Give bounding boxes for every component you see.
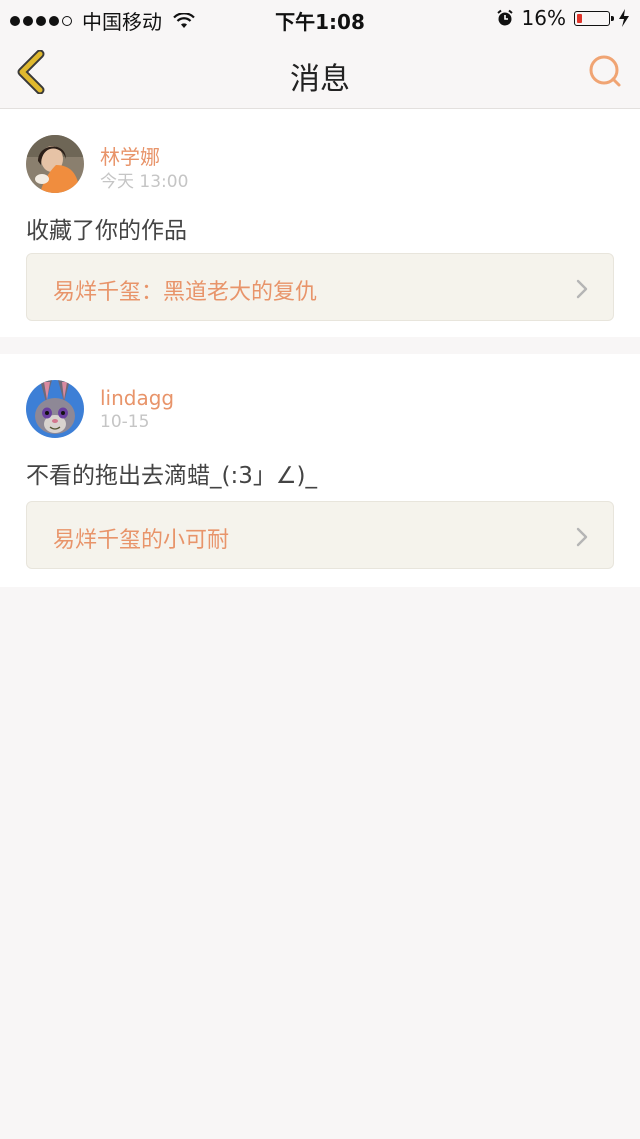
charging-bolt-icon xyxy=(619,9,629,27)
avatar[interactable] xyxy=(26,380,84,438)
avatar-image xyxy=(26,380,84,438)
status-bar: 中国移动 下午1:08 16% xyxy=(0,0,640,36)
alarm-icon xyxy=(496,9,513,26)
message-card: 林学娜 今天 13:00 收藏了你的作品 易烊千玺：黑道老大的复仇 xyxy=(0,109,640,337)
message-text: 收藏了你的作品 xyxy=(26,218,187,244)
battery-level xyxy=(577,13,582,23)
message-card: lindagg 10-15 不看的拖出去滴蜡_(:3」∠)_ 易烊千玺的小可耐 xyxy=(0,354,640,587)
avatar[interactable] xyxy=(26,135,84,193)
search-button[interactable] xyxy=(586,52,626,92)
work-link[interactable]: 易烊千玺的小可耐 xyxy=(26,501,614,569)
page-title: 消息 xyxy=(290,62,350,97)
work-title: 易烊千玺的小可耐 xyxy=(53,528,230,553)
username[interactable]: lindagg xyxy=(100,386,174,410)
search-icon xyxy=(589,55,621,87)
status-right: 16% xyxy=(496,6,630,30)
chevron-right-icon xyxy=(576,527,588,547)
message-text: 不看的拖出去滴蜡_(:3」∠)_ xyxy=(26,463,317,489)
chevron-right-icon xyxy=(576,279,588,299)
message-time: 今天 13:00 xyxy=(100,172,189,192)
work-title: 易烊千玺：黑道老大的复仇 xyxy=(53,280,318,305)
message-time: 10-15 xyxy=(100,412,150,432)
battery-icon xyxy=(574,10,614,26)
username[interactable]: 林学娜 xyxy=(100,141,160,170)
nav-bar: 消息 xyxy=(0,36,640,109)
work-link[interactable]: 易烊千玺：黑道老大的复仇 xyxy=(26,253,614,321)
avatar-image xyxy=(26,135,84,193)
battery-percent: 16% xyxy=(521,6,566,30)
